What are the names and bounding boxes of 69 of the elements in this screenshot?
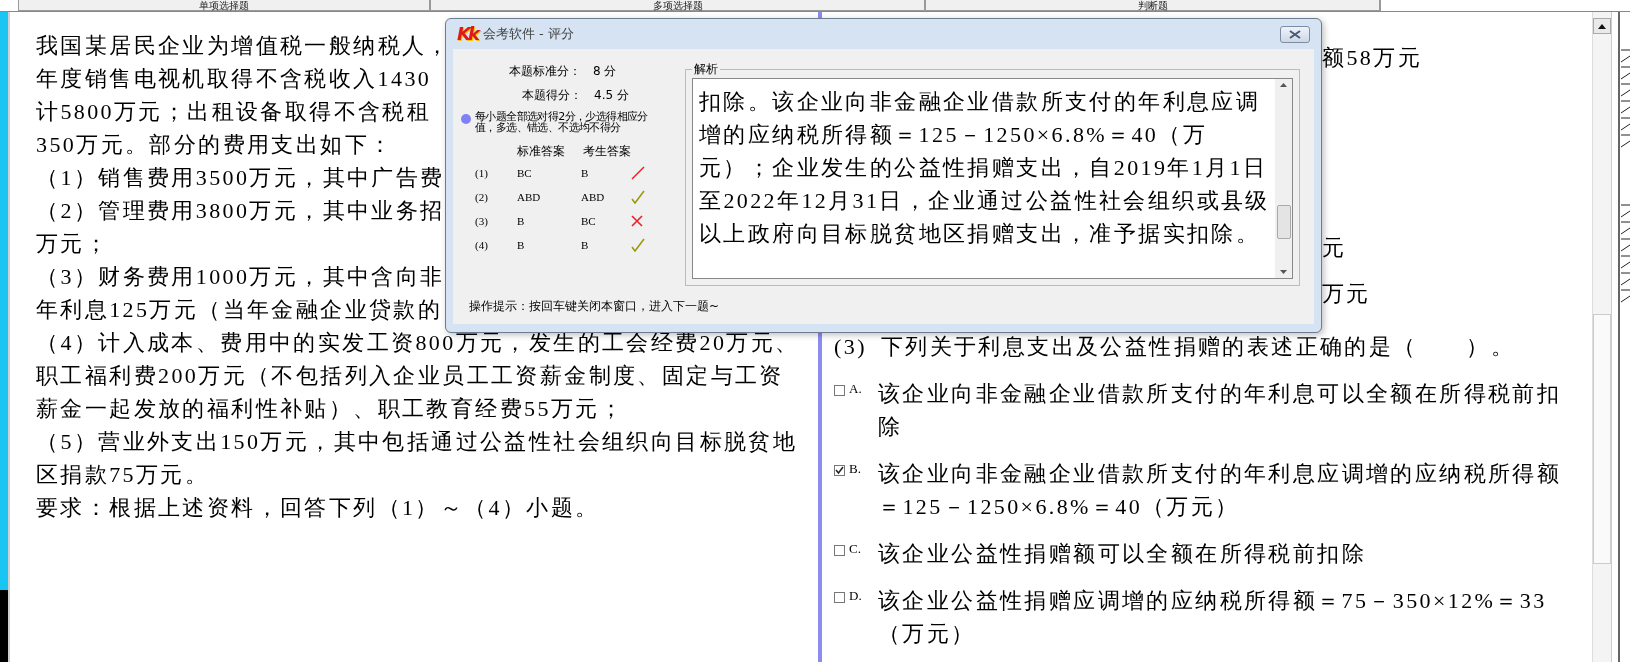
column-header: 标准答案: [517, 142, 565, 160]
scoring-note: 每小题全部选对得2分，少选得相应分值，多选、错选、不选均不得分: [475, 111, 649, 133]
up-arrow-icon[interactable]: [1598, 23, 1606, 29]
question-number: (3): [834, 333, 867, 361]
bullet-icon: [461, 114, 471, 124]
table-cell-text: ABD: [581, 191, 606, 203]
table-cell-text: BC: [581, 215, 597, 227]
option-letter: C.: [848, 540, 862, 558]
question-stem: 下列关于利息支出及公益性捐赠的表述正确的是（ ）。: [880, 333, 1516, 361]
table-cell-text: (3): [475, 215, 489, 227]
option-letter: B.: [848, 460, 862, 478]
down-arrow-icon[interactable]: [1280, 270, 1287, 274]
table-cell-text: BC: [517, 167, 533, 179]
table-cell-text: B: [517, 215, 526, 227]
material-text-line: 350万元。部分的费用支出如下：: [36, 131, 394, 159]
checkbox[interactable]: [834, 545, 845, 556]
column-header: 考生答案: [583, 142, 631, 160]
table-cell-text: B: [581, 167, 590, 179]
option-letter: D.: [848, 587, 863, 605]
table-cell-text: (2): [475, 191, 489, 203]
material-text-line: 薪金一起发放的福利性补贴）、职工教育经费55万元；: [36, 395, 624, 423]
table-cell-text: (4): [475, 239, 489, 251]
score-value: 8 分: [593, 62, 617, 80]
close-button[interactable]: [1280, 25, 1310, 43]
material-text-line: （5）营业外支出150万元，其中包括通过公益性社会组织向目标脱贫地: [36, 428, 798, 456]
option-letter: A.: [848, 380, 863, 398]
checkbox[interactable]: [834, 592, 845, 603]
material-text-line: 年利息125万元（当年金融企业贷款的: [36, 296, 443, 324]
tab[interactable]: 单项选择题: [18, 0, 430, 11]
score-label: 本题标准分：: [509, 62, 581, 80]
scroll-thumb[interactable]: [1276, 205, 1291, 239]
tab[interactable]: 判断题: [925, 0, 1380, 11]
checkbox[interactable]: [834, 385, 845, 396]
answer-text-fragment: 元: [1322, 234, 1347, 262]
material-text-line: 区捐款75万元。: [36, 461, 210, 489]
score-value: 4.5 分: [594, 86, 629, 104]
dialog-title: 会考软件 - 评分: [482, 25, 575, 43]
edge-block: [0, 590, 8, 662]
material-text-line: （1）销售费用3500万元，其中广告费: [36, 164, 445, 192]
material-text-line: （4）计入成本、费用中的实发工资800万元，发生的工会经费20万元、: [36, 329, 800, 357]
close-icon[interactable]: [1289, 29, 1301, 39]
answer-text-fragment: 额58万元: [1322, 44, 1422, 72]
material-text-line: 职工福利费200万元（不包括列入企业员工工资薪金制度、固定与工资: [36, 362, 784, 390]
material-text-line: 万元；: [36, 230, 110, 258]
table-cell-text: (1): [475, 167, 489, 179]
material-text-line: 计5800万元；出租设备取得不含税租: [36, 98, 432, 126]
table-cell-text: B: [517, 239, 526, 251]
table-cell-text: ABD: [517, 191, 542, 203]
option-text: 该企业公益性捐赠额可以全额在所得税前扣除: [878, 540, 1367, 568]
tab[interactable]: 多项选择题: [430, 0, 925, 11]
up-arrow-icon[interactable]: [1280, 83, 1287, 87]
checkbox[interactable]: [834, 465, 845, 476]
hint-text: 操作提示：按回车键关闭本窗口，进入下一题~: [468, 298, 721, 315]
analysis-text: 扣除。该企业向非金融企业借款所支付的年利息应调增的应纳税所得额＝125－1250×6.8%＝40（万元）；企业发生的公益性捐赠支出，自2019年1月1日至2022年12月31日，企业通过公益性社会组织或县级以上政府向目标脱贫地区捐赠支出，准予据实扣除。: [698, 88, 1271, 248]
material-text-line: （3）财务费用1000万元，其中含向非: [36, 263, 445, 291]
material-text-line: （2）管理费用3800万元，其中业务招: [36, 197, 445, 225]
answer-text-fragment: 万元: [1322, 280, 1371, 308]
scrollbar[interactable]: [1275, 79, 1292, 278]
material-text-line: 我国某居民企业为增值税一般纳税人，: [36, 32, 451, 60]
option-text: 该企业公益性捐赠应调增的应纳税所得额＝75－350×12%＝33（万元）: [878, 587, 1548, 648]
option-text: 该企业向非金融企业借款所支付的年利息应调增的应纳税所得额＝125－1250×6.8%＝40（万元）: [878, 460, 1563, 521]
material-text-line: 年度销售电视机取得不含税收入1430: [36, 65, 432, 93]
option-text: 该企业向非金融企业借款所支付的年利息可以全额在所得税前扣除: [878, 380, 1563, 441]
scrollbar[interactable]: [1592, 12, 1612, 662]
group-title: 解析: [692, 61, 720, 78]
material-text-line: 要求：根据上述资料，回答下列（1）～（4）小题。: [36, 494, 600, 522]
table-cell-text: B: [581, 239, 590, 251]
app-logo: Kk: [457, 25, 477, 43]
score-label: 本题得分：: [522, 86, 582, 104]
